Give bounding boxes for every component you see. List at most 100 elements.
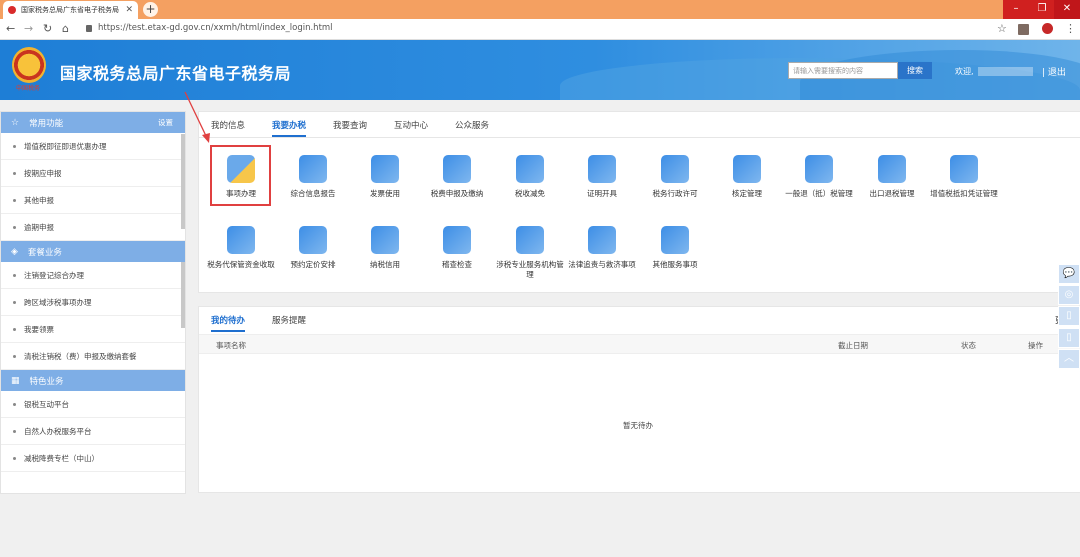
sidebar-item[interactable]: 清税注销税（费）申报及缴纳套餐: [1, 343, 185, 370]
service-item[interactable]: 纳税信用: [350, 226, 420, 270]
bullet-icon: [13, 402, 16, 406]
mobile-icon[interactable]: ▯: [1058, 306, 1080, 326]
sidebar-section-package[interactable]: ◈ 套餐业务: [1, 241, 185, 262]
service-icon: [299, 155, 327, 183]
empty-state-text: 暂无待办: [623, 421, 653, 430]
back-icon[interactable]: ←: [6, 22, 15, 35]
service-label: 出口退税管理: [869, 189, 915, 198]
service-item[interactable]: 发票使用: [350, 155, 420, 199]
service-icon: [588, 155, 616, 183]
service-item[interactable]: 核定管理: [712, 155, 782, 199]
service-label: 发票使用: [370, 189, 400, 198]
url-input[interactable]: https://test.etax-gd.gov.cn/xxmh/html/in…: [98, 23, 333, 33]
tab-public-service[interactable]: 公众服务: [455, 119, 489, 131]
browser-tab[interactable]: 国家税务总局广东省电子税务局 ✕: [3, 1, 138, 19]
service-item[interactable]: 其他服务事项: [640, 226, 710, 270]
service-item[interactable]: 出口退税管理: [857, 155, 927, 199]
service-item[interactable]: 税务行政许可: [640, 155, 710, 199]
service-item[interactable]: 增值税抵扣凭证管理: [929, 155, 999, 199]
sidebar-settings-link[interactable]: 设置: [158, 117, 173, 128]
service-item[interactable]: 法律追责与救济事项: [567, 226, 637, 270]
bullet-icon: [13, 225, 16, 229]
service-label: 税务代保管资金收取: [207, 260, 275, 269]
user-name-redacted: [978, 67, 1033, 76]
search-input[interactable]: 请输入需要搜索的内容: [788, 62, 898, 79]
sidebar-item[interactable]: 注销登记综合办理: [1, 262, 185, 289]
window-restore-button[interactable]: ❐: [1029, 0, 1055, 19]
app-icon[interactable]: ▯: [1058, 328, 1080, 348]
back-to-top-icon[interactable]: ︿: [1058, 349, 1080, 369]
service-icon: [516, 226, 544, 254]
service-item[interactable]: 证明开具: [567, 155, 637, 199]
weibo-icon[interactable]: ◎: [1058, 285, 1080, 305]
service-icon: [227, 226, 255, 254]
service-label: 增值税抵扣凭证管理: [930, 189, 998, 198]
service-icon: [371, 226, 399, 254]
service-icon: [661, 155, 689, 183]
favicon-icon: [8, 6, 16, 14]
home-icon[interactable]: ⌂: [62, 22, 69, 35]
window-minimize-button[interactable]: –: [1003, 0, 1029, 19]
extension-icon[interactable]: [1018, 24, 1029, 35]
service-item[interactable]: 一般退（抵）税管理: [784, 155, 854, 199]
sidebar-item[interactable]: 银税互动平台: [1, 391, 185, 418]
sidebar-item-label: 增值税即征即退优惠办理: [24, 141, 107, 151]
service-label: 法律追责与救济事项: [568, 260, 636, 269]
bullet-icon: [13, 171, 16, 175]
close-tab-icon[interactable]: ✕: [125, 5, 133, 15]
sidebar: ☆ 常用功能 设置 增值税即征即退优惠办理 按期应申报 其他申报 逾期申报 ◈ …: [0, 111, 186, 494]
profile-avatar-icon[interactable]: [1042, 23, 1053, 34]
service-item[interactable]: 综合信息报告: [278, 155, 348, 199]
reload-icon[interactable]: ↻: [43, 22, 52, 35]
service-icon: [516, 155, 544, 183]
window-close-button[interactable]: ✕: [1054, 0, 1080, 19]
sidebar-scrollbar[interactable]: [181, 134, 185, 229]
service-item[interactable]: 稽查检查: [422, 226, 492, 270]
forward-icon[interactable]: →: [24, 22, 33, 35]
sidebar-item[interactable]: 增值税即征即退优惠办理: [1, 133, 185, 160]
sidebar-item[interactable]: 其他申报: [1, 187, 185, 214]
sidebar-item[interactable]: 跨区域涉税事项办理: [1, 289, 185, 316]
chat-icon[interactable]: 💬: [1058, 264, 1080, 284]
service-item[interactable]: 税务代保管资金收取: [206, 226, 276, 270]
browser-tabbar: 国家税务总局广东省电子税务局 ✕ + – ❐ ✕: [0, 0, 1080, 19]
service-icon: [443, 155, 471, 183]
sidebar-item[interactable]: 逾期申报: [1, 214, 185, 241]
service-icon: [805, 155, 833, 183]
sidebar-item[interactable]: 自然人办税服务平台: [1, 418, 185, 445]
service-item[interactable]: 涉税专业服务机构管理: [495, 226, 565, 280]
sidebar-scrollbar-2[interactable]: [181, 262, 185, 328]
service-icon: [733, 155, 761, 183]
sidebar-item[interactable]: 减税降费专栏（中山）: [1, 445, 185, 472]
layers-icon: ◈: [11, 246, 18, 257]
tab-my-info[interactable]: 我的信息: [211, 119, 245, 131]
service-item[interactable]: 预约定价安排: [278, 226, 348, 270]
search-button[interactable]: 搜索: [898, 62, 932, 79]
logout-link[interactable]: | 退出: [1042, 65, 1066, 78]
sidebar-section-common[interactable]: ☆ 常用功能 设置: [1, 112, 185, 133]
service-label: 其他服务事项: [652, 260, 698, 269]
sidebar-section-featured[interactable]: ▦ 特色业务: [1, 370, 185, 391]
service-item[interactable]: 税收减免: [495, 155, 565, 199]
tab-interaction[interactable]: 互动中心: [394, 119, 428, 131]
service-label: 核定管理: [732, 189, 762, 198]
new-tab-button[interactable]: +: [143, 2, 158, 17]
tab-query[interactable]: 我要查询: [333, 119, 367, 131]
bullet-icon: [13, 327, 16, 331]
tab-do-tax[interactable]: 我要办税: [272, 119, 307, 137]
tab-service-reminder[interactable]: 服务提醒: [272, 314, 306, 326]
service-item[interactable]: 税费申报及缴纳: [422, 155, 492, 199]
bookmark-star-icon[interactable]: ☆: [997, 22, 1007, 35]
sidebar-item-label: 清税注销税（费）申报及缴纳套餐: [24, 351, 137, 361]
sidebar-item-label: 按期应申报: [24, 168, 62, 178]
lock-icon: [86, 25, 92, 32]
bullet-icon: [13, 273, 16, 277]
tab-my-todo[interactable]: 我的待办: [211, 314, 246, 332]
browser-menu-icon[interactable]: ⋮: [1065, 22, 1076, 35]
column-status: 状态: [961, 341, 976, 350]
sidebar-item[interactable]: 按期应申报: [1, 160, 185, 187]
tax-emblem-logo: [12, 47, 46, 83]
bullet-icon: [13, 198, 16, 202]
sidebar-item-label: 其他申报: [24, 195, 54, 205]
sidebar-item[interactable]: 我要领票: [1, 316, 185, 343]
